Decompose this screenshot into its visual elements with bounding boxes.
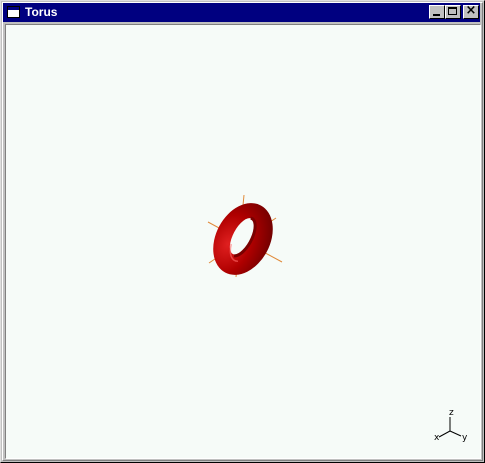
- title-bar[interactable]: Torus ×: [3, 3, 480, 22]
- scene-canvas[interactable]: z x y: [6, 25, 480, 458]
- axis-z-label: z: [449, 408, 454, 418]
- maximize-icon: [448, 7, 457, 15]
- torus-object[interactable]: [201, 193, 284, 285]
- axis-y-label: y: [462, 433, 468, 443]
- minimize-icon: [433, 14, 440, 16]
- 3d-viewport[interactable]: z x y: [5, 24, 481, 459]
- window-icon[interactable]: [7, 6, 20, 18]
- maximize-button[interactable]: [445, 5, 461, 19]
- window-title: Torus: [25, 5, 58, 19]
- axis-x-label: x: [434, 433, 440, 443]
- close-button[interactable]: ×: [463, 3, 479, 19]
- axes-indicator: z x y: [434, 408, 468, 443]
- close-icon: ×: [465, 3, 477, 18]
- app-window: Torus × z x y: [0, 0, 485, 463]
- minimize-button[interactable]: [429, 5, 445, 19]
